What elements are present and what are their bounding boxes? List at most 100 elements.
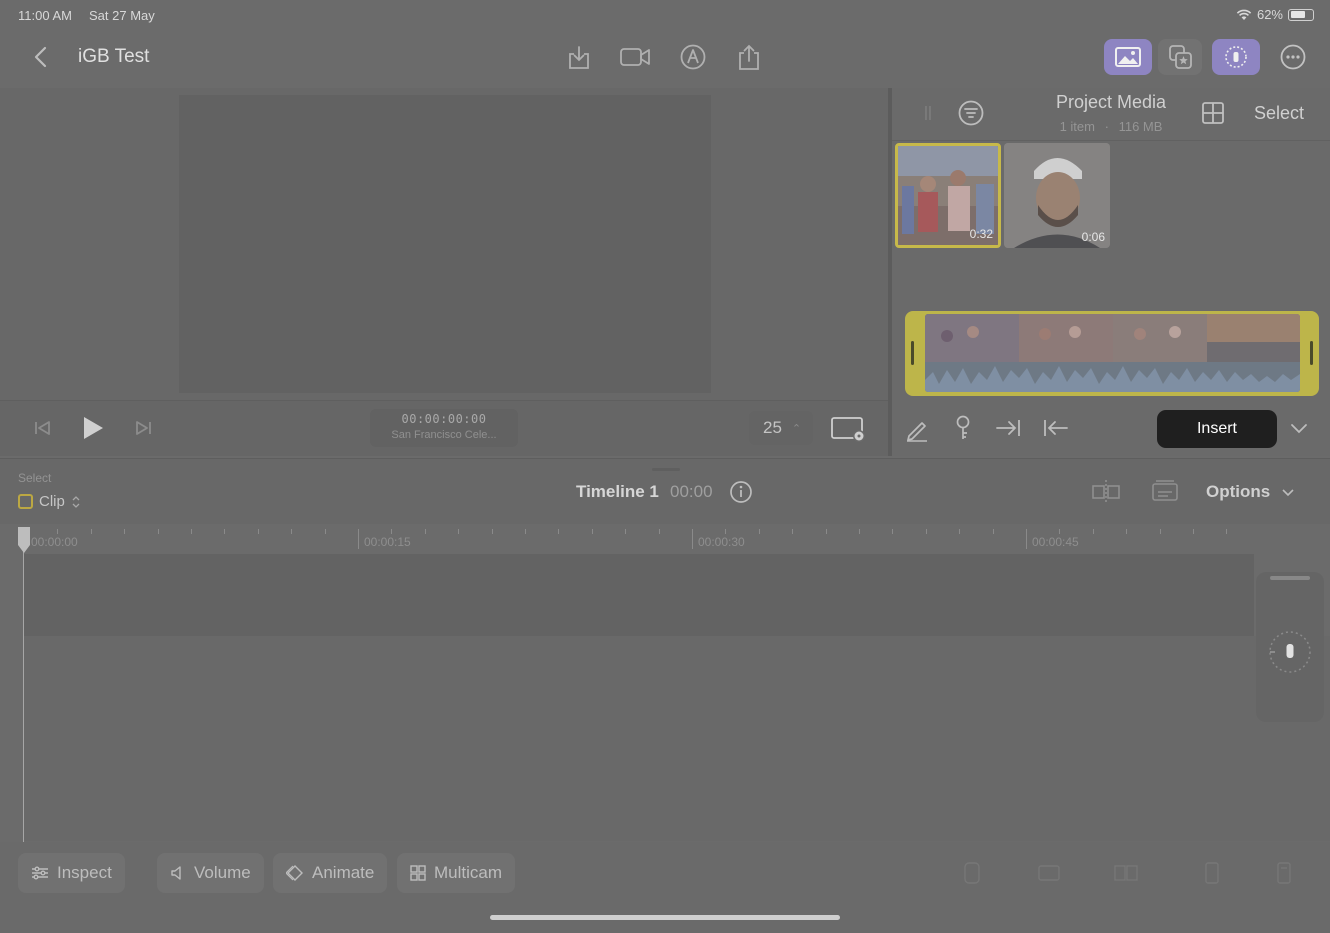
insert-options-button[interactable]: [1288, 418, 1310, 438]
filter-icon: [958, 100, 984, 126]
clip-icon: [18, 494, 33, 509]
split-clip-button[interactable]: [1090, 478, 1122, 506]
ruler-tick: [492, 529, 493, 534]
zoom-grabber[interactable]: [1270, 576, 1310, 580]
project-title: iGB Test: [78, 46, 150, 67]
frame-rate-value: 25: [763, 418, 782, 437]
timeline-duration: 00:00: [670, 482, 713, 501]
separator: ·: [1104, 119, 1109, 134]
timecode-display[interactable]: 00:00:00:00 San Francisco Cele...: [370, 409, 518, 447]
browser-subtitle: 1 item · 116 MB: [1050, 119, 1172, 134]
home-indicator[interactable]: [490, 915, 840, 920]
media-thumbnail[interactable]: 0:06: [1004, 143, 1110, 248]
ruler-tick: [826, 529, 827, 534]
sliders-icon: [32, 866, 48, 880]
ruler-tick: [224, 529, 225, 534]
playhead[interactable]: [23, 540, 24, 842]
frame-rate-control[interactable]: 25 ⌃: [749, 411, 813, 445]
skip-back-icon: [35, 421, 50, 435]
photo-icon: [1115, 47, 1141, 67]
effects-browser-toggle[interactable]: [1158, 39, 1202, 75]
multicam-button[interactable]: Multicam: [397, 853, 516, 893]
ruler-tick: [458, 529, 459, 534]
grid-view-button[interactable]: [1200, 100, 1226, 126]
info-icon: [730, 481, 752, 503]
voiceover-button[interactable]: [676, 40, 710, 74]
clip-mode-label: Clip: [39, 493, 65, 510]
disabled-tool-icon: [1036, 860, 1062, 886]
trim-handle-left[interactable]: [911, 341, 914, 365]
ruler-tick: [1160, 529, 1161, 534]
options-label: Options: [1206, 482, 1271, 501]
viewer-canvas[interactable]: [179, 95, 711, 393]
ruler-tick: [91, 529, 92, 534]
play-icon: [84, 417, 103, 439]
media-thumbnail-selected[interactable]: 0:32: [895, 143, 1001, 248]
item-count: 1 item: [1059, 119, 1095, 134]
ruler-tick: [191, 529, 192, 534]
skip-forward-button[interactable]: [132, 418, 154, 438]
camera-button[interactable]: [618, 40, 652, 74]
inspect-button[interactable]: Inspect: [18, 853, 125, 893]
back-button[interactable]: [28, 42, 54, 72]
timeline-area[interactable]: [24, 636, 1330, 841]
status-indicators: 62%: [1236, 7, 1314, 22]
disabled-tool-icon: [1112, 860, 1138, 886]
keyword-button[interactable]: [952, 414, 974, 442]
zoom-control[interactable]: [1256, 572, 1324, 722]
media-browser-toggle[interactable]: [1104, 39, 1152, 75]
trim-handle-right[interactable]: [1310, 341, 1313, 365]
more-button[interactable]: [1276, 40, 1310, 74]
edit-button[interactable]: [904, 416, 930, 442]
pen-circle-icon: [680, 44, 706, 70]
clip-stack-icon: [1152, 480, 1178, 501]
animate-button[interactable]: Animate: [273, 853, 388, 893]
media-size: 116 MB: [1118, 119, 1163, 134]
ruler-tick: [124, 529, 125, 534]
import-icon: [569, 46, 589, 69]
ruler-tick: [291, 529, 292, 534]
ruler-label: 00:00:15: [364, 535, 411, 549]
filter-button[interactable]: [957, 99, 985, 127]
ruler-tick: [158, 529, 159, 534]
playhead-handle[interactable]: [16, 525, 32, 555]
detach-audio-button[interactable]: [1150, 478, 1180, 506]
panel-drag-handle[interactable]: [923, 104, 933, 122]
ruler-tick: [759, 529, 760, 534]
clip-preview-filmstrip[interactable]: [905, 311, 1319, 396]
timeline-primary-track[interactable]: [24, 554, 1254, 636]
import-button[interactable]: [562, 40, 596, 74]
video-camera-icon: [620, 48, 650, 66]
disabled-tool-icon: [1272, 860, 1298, 886]
ruler-tick: [258, 529, 259, 534]
share-button[interactable]: [732, 40, 766, 74]
up-down-chevron-icon: [72, 495, 80, 508]
volume-button[interactable]: Volume: [157, 853, 264, 893]
append-button[interactable]: [994, 416, 1022, 440]
current-clip-name: San Francisco Cele...: [391, 429, 497, 441]
ruler-tick: [358, 529, 359, 534]
ruler-tick: [659, 529, 660, 534]
inspector-toggle[interactable]: [1212, 39, 1260, 75]
skip-back-button[interactable]: [32, 418, 54, 438]
prepend-button[interactable]: [1042, 416, 1070, 440]
pencil-icon: [907, 422, 927, 442]
resize-grabber[interactable]: [652, 468, 680, 471]
ruler-label: 00:00:45: [1032, 535, 1079, 549]
ruler-tick: [1126, 529, 1127, 534]
stepper-icon: ⌃: [791, 422, 802, 435]
clip-mode-selector[interactable]: Clip: [18, 493, 81, 510]
select-button[interactable]: Select: [1254, 103, 1304, 124]
overlapping-star-icon: [1169, 45, 1192, 69]
insert-button[interactable]: Insert: [1157, 410, 1277, 448]
timecode-value: 00:00:00:00: [401, 412, 487, 426]
ruler-tick: [892, 529, 893, 534]
timeline-name: Timeline 1: [576, 482, 659, 501]
timeline-ruler[interactable]: 00:00:00 00:00:15 00:00:30 00:00:45: [0, 524, 1330, 554]
timeline-info-button[interactable]: [729, 480, 753, 504]
ruler-tick: [926, 529, 927, 534]
viewer-options-button[interactable]: [830, 416, 868, 444]
options-button[interactable]: Options: [1206, 482, 1295, 502]
play-button[interactable]: [80, 414, 106, 442]
battery-percent: 62%: [1256, 7, 1283, 22]
